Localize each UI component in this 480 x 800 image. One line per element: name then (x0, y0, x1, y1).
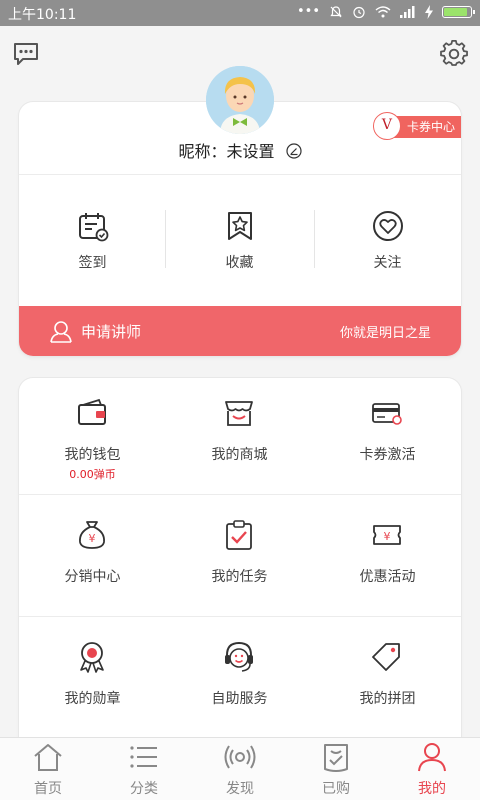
wallet-icon (78, 398, 106, 425)
message-icon[interactable] (12, 40, 40, 68)
follow-button[interactable]: 关注 (314, 174, 461, 304)
tab-discover[interactable]: 发现 (192, 738, 288, 800)
lecturer-slogan: 你就是明日之星 (339, 326, 431, 341)
menu-item-tasks[interactable]: 我的任务 (166, 500, 313, 620)
menu-item-promotions[interactable]: ¥ 优惠活动 (314, 500, 461, 620)
coupon-ticket-icon: ¥ (373, 525, 401, 545)
nickname-label: 昵称：未设置 (178, 142, 275, 161)
menu-row-divider (19, 494, 461, 495)
bookmark-star-icon (228, 212, 252, 240)
menu-item-label: 我的勋章 (64, 691, 121, 707)
apply-lecturer-label: 申请讲师 (81, 323, 142, 341)
menu-item-label: 卡券激活 (359, 447, 416, 463)
menu-item-label: 我的商城 (211, 447, 268, 463)
edit-icon[interactable] (285, 143, 302, 159)
coupon-v-icon: V (372, 112, 401, 140)
menu-item-shop[interactable]: 我的商城 (166, 378, 313, 498)
task-clipboard-icon (226, 520, 252, 550)
battery-icon (442, 5, 475, 18)
menu-item-label: 我的钱包 (64, 447, 121, 463)
shop-icon (225, 401, 253, 426)
menu-item-group-buy[interactable]: 我的拼团 (314, 622, 461, 742)
gear-icon[interactable] (440, 40, 468, 68)
medal-icon (80, 642, 104, 673)
tab-label: 已购 (322, 781, 350, 797)
apply-lecturer-banner[interactable]: 申请讲师 你就是明日之星 (19, 306, 461, 356)
menu-item-medals[interactable]: 我的勋章 (19, 622, 166, 742)
menu-row-divider (19, 616, 461, 617)
card-icon (372, 403, 402, 425)
menu-item-card-activate[interactable]: 卡券激活 (314, 378, 461, 498)
checkin-label: 签到 (78, 255, 107, 271)
nickname-row[interactable]: 昵称：未设置 (19, 138, 461, 162)
tab-category[interactable]: 分类 (96, 738, 192, 800)
tag-icon (372, 643, 400, 671)
coupon-center-button[interactable]: V 卡券中心 (372, 112, 461, 140)
status-bar: 上午10:11 ••• (0, 0, 480, 26)
tab-mine[interactable]: 我的 (384, 738, 480, 800)
charging-icon (425, 4, 433, 19)
menu-item-self-service[interactable]: 自助服务 (166, 622, 313, 742)
home-icon (34, 744, 62, 771)
svg-text:¥: ¥ (384, 530, 391, 543)
favorites-button[interactable]: 收藏 (166, 174, 313, 304)
status-time: 上午10:11 (8, 7, 77, 23)
follow-label: 关注 (373, 255, 402, 271)
menu-item-label: 分销中心 (64, 569, 121, 585)
avatar-illustration-icon (206, 66, 274, 134)
tab-label: 分类 (130, 781, 158, 797)
alarm-icon (353, 6, 365, 18)
person-icon (418, 743, 446, 772)
wifi-icon (375, 5, 391, 17)
menu-item-label: 自助服务 (211, 691, 268, 707)
tab-purchased[interactable]: 已购 (288, 738, 384, 800)
tab-home[interactable]: 首页 (0, 738, 96, 800)
calendar-check-icon (79, 213, 109, 242)
lecturer-person-icon (50, 321, 72, 343)
tab-label: 发现 (226, 781, 254, 797)
bottom-tab-bar: 首页 分类 发现 已购 我的 (0, 737, 480, 800)
svg-text:¥: ¥ (89, 532, 96, 545)
status-icons: ••• (296, 4, 475, 19)
wallet-balance: 0.00弹币 (69, 468, 116, 481)
menu-item-wallet[interactable]: 我的钱包 0.00弹币 (19, 378, 166, 498)
menu-item-label: 我的任务 (211, 569, 268, 585)
tab-label: 我的 (418, 781, 446, 797)
menu-item-distribution[interactable]: ¥ 分销中心 (19, 500, 166, 620)
avatar[interactable] (206, 66, 274, 134)
tab-label: 首页 (34, 781, 62, 797)
profile-card: V 卡券中心 昵称：未设置 签到 收藏 关注 申请讲师 你就是明日之星 (19, 102, 461, 356)
heart-circle-icon (373, 211, 403, 241)
bag-check-icon (324, 744, 348, 772)
coupon-center-label: 卡券中心 (406, 120, 455, 134)
bell-off-icon (330, 5, 342, 17)
signal-icon (400, 5, 415, 18)
headset-icon (225, 641, 253, 672)
favorites-label: 收藏 (225, 255, 254, 271)
checkin-button[interactable]: 签到 (19, 174, 166, 304)
dots-icon: ••• (296, 4, 320, 19)
battery-level (444, 7, 468, 16)
money-bag-icon: ¥ (79, 521, 105, 549)
radar-icon (224, 745, 256, 769)
menu-item-label: 我的拼团 (359, 691, 416, 707)
menu-item-label: 优惠活动 (359, 569, 416, 585)
list-icon (130, 746, 157, 768)
